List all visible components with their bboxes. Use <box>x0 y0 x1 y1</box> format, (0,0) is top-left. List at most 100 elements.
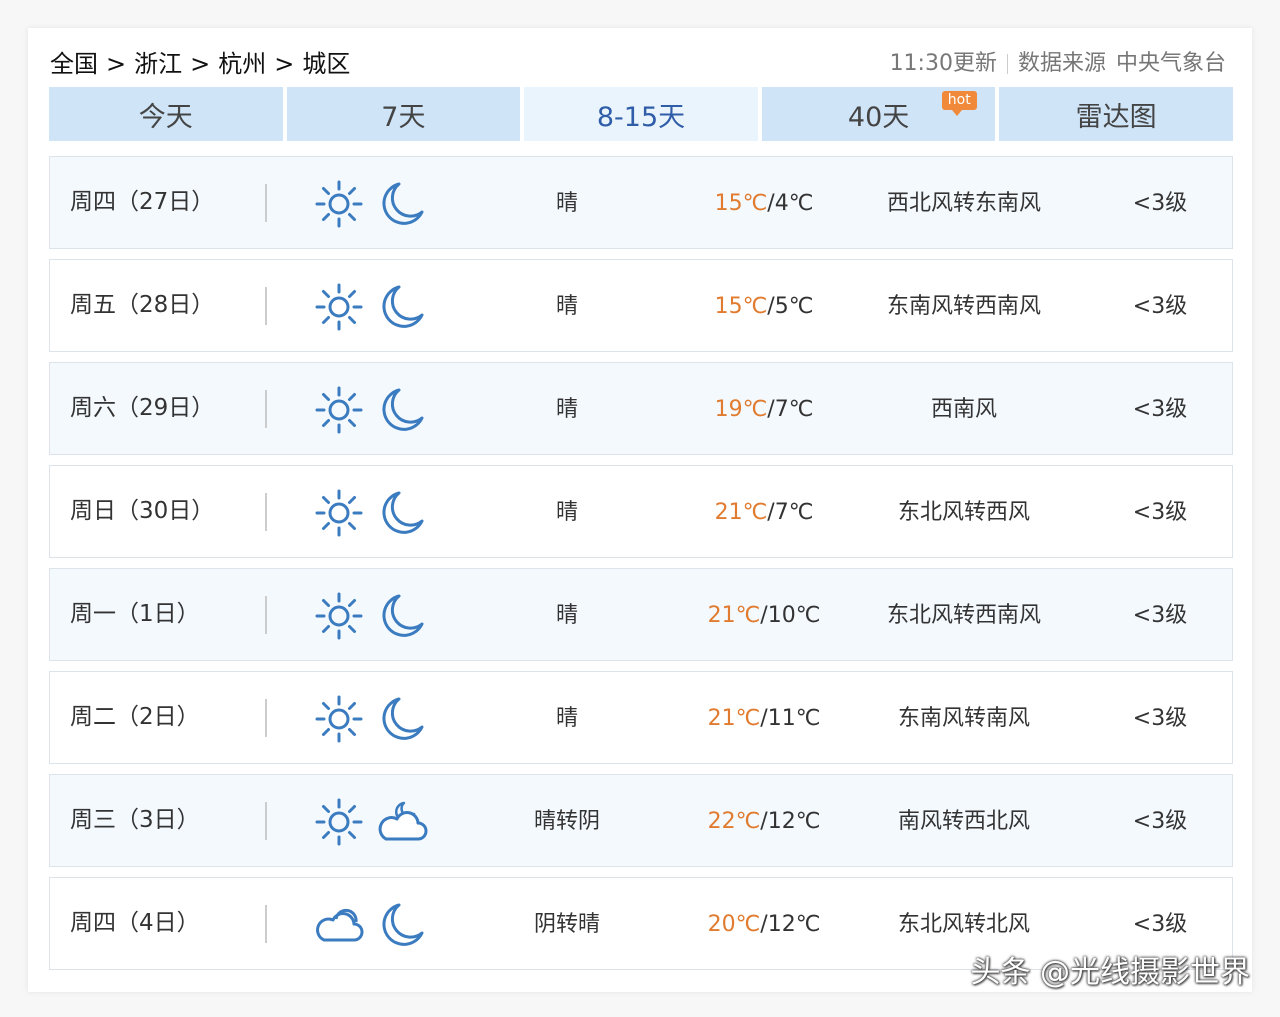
update-time: 11:30更新 <box>889 51 997 76</box>
weather-condition: 晴 <box>555 397 578 422</box>
data-source: 11:30更新 数据来源 中央气象台 <box>890 46 1226 82</box>
forecast-row[interactable]: 周一（1日） 晴 21℃/10℃ 东北风转西南风 <3级 <box>49 568 1233 661</box>
wind-level: <3级 <box>1132 191 1188 216</box>
hot-badge: hot <box>941 91 977 116</box>
tab-8-15-days[interactable]: 8-15天 <box>524 87 758 141</box>
wind-direction: 西北风转东南风 <box>886 191 1041 216</box>
moon-icon <box>378 694 428 744</box>
source-label: 数据来源 <box>1017 51 1106 76</box>
sun-icon <box>314 488 364 538</box>
sun-icon <box>314 179 364 229</box>
watermark: 头条 @光线摄影世界 <box>970 955 1250 990</box>
breadcrumb-separator: > <box>274 50 295 78</box>
breadcrumb: 全国 > 浙江 > 杭州 > 城区 <box>50 46 350 82</box>
moon-icon <box>378 900 428 950</box>
weather-condition: 晴 <box>555 294 578 319</box>
breadcrumb-item-city[interactable]: 杭州 <box>218 50 266 78</box>
tab-40-days[interactable]: 40天 hot <box>761 87 996 141</box>
forecast-row[interactable]: 周四（27日） 晴 15℃/4℃ 西北风转东南风 <3级 <box>49 156 1233 249</box>
temperature-range: 21℃/11℃ <box>707 706 821 731</box>
wind-level: <3级 <box>1132 500 1188 525</box>
row-divider <box>265 699 267 737</box>
temp-low: 10℃ <box>767 603 821 628</box>
temp-high: 22℃ <box>707 809 761 834</box>
temp-high: 21℃ <box>707 706 761 731</box>
forecast-date: 周日（30日） <box>70 498 215 524</box>
tab-label: 雷达图 <box>1075 101 1157 133</box>
tab-label: 8-15天 <box>596 101 686 133</box>
wind-direction: 东南风转西南风 <box>886 294 1041 319</box>
temp-low: 7℃ <box>774 500 814 525</box>
forecast-date: 周四（4日） <box>70 910 200 936</box>
breadcrumb-item-province[interactable]: 浙江 <box>134 50 182 78</box>
forecast-date: 周四（27日） <box>70 189 215 215</box>
weather-condition: 晴 <box>555 191 578 216</box>
forecast-row[interactable]: 周二（2日） 晴 21℃/11℃ 东南风转南风 <3级 <box>49 671 1233 764</box>
weather-condition: 晴 <box>555 706 578 731</box>
wind-level: <3级 <box>1132 809 1188 834</box>
tab-radar[interactable]: 雷达图 <box>999 87 1233 141</box>
forecast-date: 周一（1日） <box>70 601 200 627</box>
forecast-date: 周三（3日） <box>70 807 200 833</box>
forecast-date: 周五（28日） <box>70 292 215 318</box>
forecast-date: 周六（29日） <box>70 395 215 421</box>
wind-direction: 西南风 <box>930 397 997 422</box>
temp-low: 12℃ <box>767 809 821 834</box>
top-bar: 全国 > 浙江 > 杭州 > 城区 11:30更新 数据来源 中央气象台 <box>50 46 1230 82</box>
moon-icon <box>378 282 428 332</box>
temperature-range: 15℃/5℃ <box>714 294 814 319</box>
wind-direction: 东北风转西风 <box>897 500 1030 525</box>
row-divider <box>265 493 267 531</box>
tab-label: 7天 <box>381 101 426 133</box>
temperature-range: 21℃/10℃ <box>707 603 821 628</box>
sun-icon <box>314 694 364 744</box>
temp-low: 5℃ <box>774 294 814 319</box>
breadcrumb-separator: > <box>190 50 211 78</box>
temp-high: 21℃ <box>714 500 768 525</box>
temp-low: 4℃ <box>774 191 814 216</box>
weather-condition: 晴转阴 <box>533 809 600 834</box>
temp-low: 7℃ <box>774 397 814 422</box>
forecast-list: 周四（27日） 晴 15℃/4℃ 西北风转东南风 <3级 周五（28日） 晴 1… <box>49 156 1233 980</box>
moon-icon <box>378 179 428 229</box>
wind-level: <3级 <box>1132 294 1188 319</box>
moon-icon <box>378 488 428 538</box>
forecast-row[interactable]: 周日（30日） 晴 21℃/7℃ 东北风转西风 <3级 <box>49 465 1233 558</box>
temp-low: 11℃ <box>767 706 821 731</box>
sun-icon <box>314 282 364 332</box>
cloudy-night-icon <box>378 797 428 847</box>
row-divider <box>265 905 267 943</box>
breadcrumb-item-district: 城区 <box>302 50 351 78</box>
wind-level: <3级 <box>1132 603 1188 628</box>
moon-icon <box>378 385 428 435</box>
weather-condition: 晴 <box>555 603 578 628</box>
sun-icon <box>314 797 364 847</box>
forecast-row[interactable]: 周五（28日） 晴 15℃/5℃ 东南风转西南风 <3级 <box>49 259 1233 352</box>
row-divider <box>265 802 267 840</box>
forecast-row[interactable]: 周三（3日） 晴转阴 22℃/12℃ 南风转西北风 <3级 <box>49 774 1233 867</box>
temp-high: 21℃ <box>707 603 761 628</box>
temperature-range: 22℃/12℃ <box>707 809 821 834</box>
sun-icon <box>314 591 364 641</box>
row-divider <box>265 596 267 634</box>
tab-7-days[interactable]: 7天 <box>286 87 521 141</box>
row-divider <box>265 287 267 325</box>
cloudy-icon <box>314 900 364 950</box>
temperature-range: 21℃/7℃ <box>714 500 814 525</box>
sun-icon <box>314 385 364 435</box>
temp-low: 12℃ <box>767 912 821 937</box>
tab-label: 40天 <box>847 101 910 133</box>
source-divider <box>1006 54 1008 74</box>
temperature-range: 15℃/4℃ <box>714 191 814 216</box>
temp-high: 15℃ <box>714 294 768 319</box>
temperature-range: 19℃/7℃ <box>714 397 814 422</box>
weather-condition: 晴 <box>555 500 578 525</box>
breadcrumb-item-country[interactable]: 全国 <box>50 50 98 78</box>
temp-high: 15℃ <box>714 191 768 216</box>
wind-direction: 东北风转西南风 <box>886 603 1041 628</box>
breadcrumb-separator: > <box>106 50 127 78</box>
weather-condition: 阴转晴 <box>533 912 600 937</box>
forecast-row[interactable]: 周六（29日） 晴 19℃/7℃ 西南风 <3级 <box>49 362 1233 455</box>
tab-today[interactable]: 今天 <box>49 87 283 141</box>
moon-icon <box>378 591 428 641</box>
